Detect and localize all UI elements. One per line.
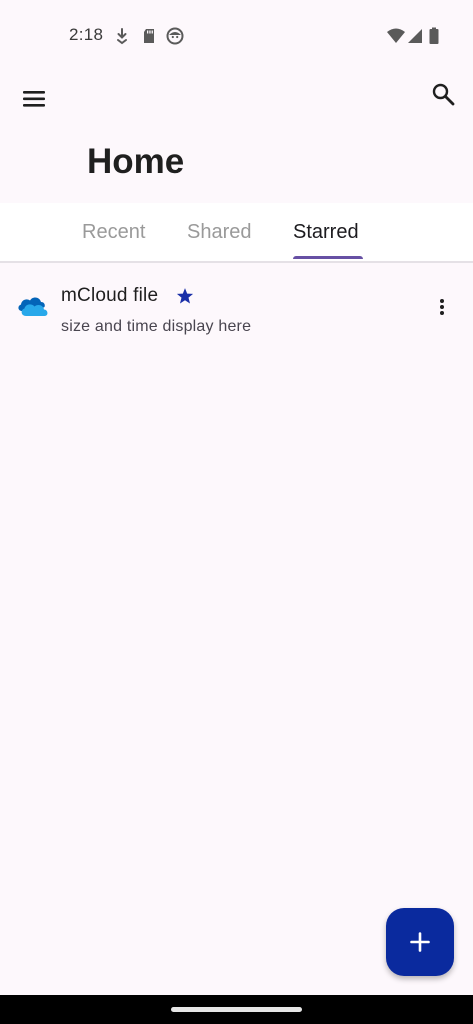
top-app-bar [0, 72, 473, 128]
sd-card-icon [140, 27, 158, 45]
active-tab-indicator [293, 256, 363, 259]
more-vert-icon [440, 299, 444, 315]
add-button[interactable] [386, 908, 454, 976]
system-navigation-bar [0, 995, 473, 1024]
home-gesture-handle[interactable] [171, 1007, 302, 1012]
tab-recent[interactable]: Recent [82, 219, 145, 245]
search-icon [432, 83, 455, 106]
wifi-icon [386, 27, 406, 45]
tab-shared[interactable]: Shared [187, 219, 252, 245]
tab-bar: Recent Shared Starred [0, 203, 473, 263]
search-button[interactable] [423, 74, 463, 114]
menu-icon [23, 91, 45, 107]
menu-button[interactable] [14, 78, 54, 118]
status-time: 2:18 [69, 25, 104, 44]
list-item[interactable]: mCloud file size and time display here [0, 272, 473, 346]
face-icon [166, 27, 184, 45]
file-name: mCloud file [61, 285, 159, 306]
plus-icon [410, 932, 430, 952]
more-options-button[interactable] [428, 292, 456, 322]
battery-icon [428, 27, 440, 45]
status-bar: 2:18 [0, 0, 473, 72]
cloud-icon [15, 294, 51, 318]
download-icon [113, 27, 131, 45]
file-meta: size and time display here [61, 318, 252, 335]
star-icon [175, 286, 195, 306]
signal-icon [406, 27, 424, 45]
page-title: Home [87, 142, 185, 181]
tab-starred[interactable]: Starred [293, 219, 359, 245]
